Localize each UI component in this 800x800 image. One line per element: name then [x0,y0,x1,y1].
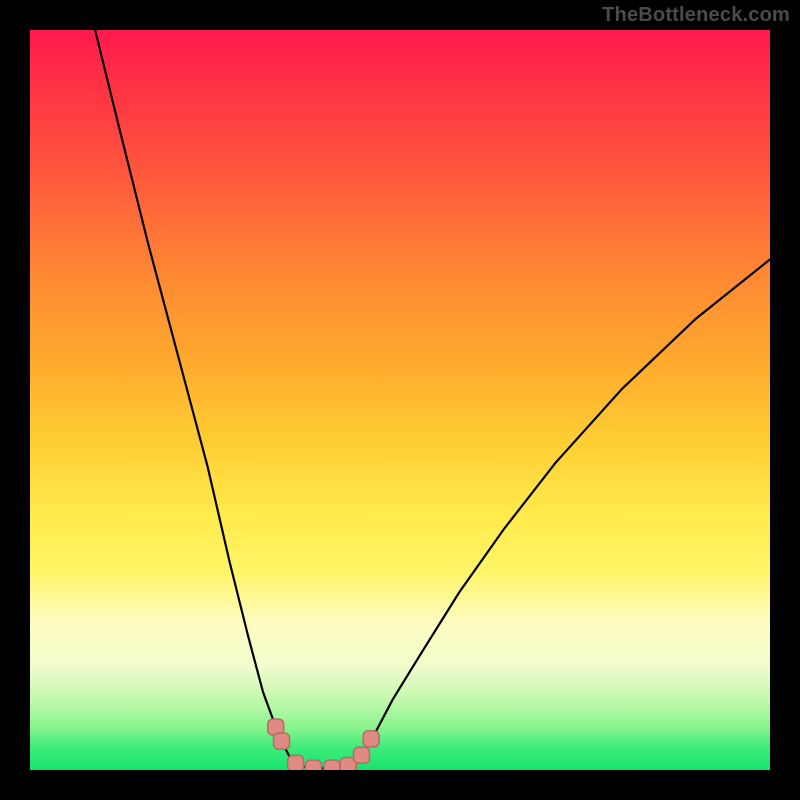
valley-marker [288,755,304,770]
valley-marker-group [268,719,379,770]
chart-frame: TheBottleneck.com [0,0,800,800]
valley-marker [324,760,340,770]
valley-marker [305,760,321,770]
watermark-text: TheBottleneck.com [602,4,790,27]
chart-svg [30,30,770,770]
valley-marker [274,733,290,749]
valley-marker [354,747,370,763]
plot-background [30,30,770,770]
bottleneck-curve [95,30,770,769]
valley-marker [363,731,379,747]
